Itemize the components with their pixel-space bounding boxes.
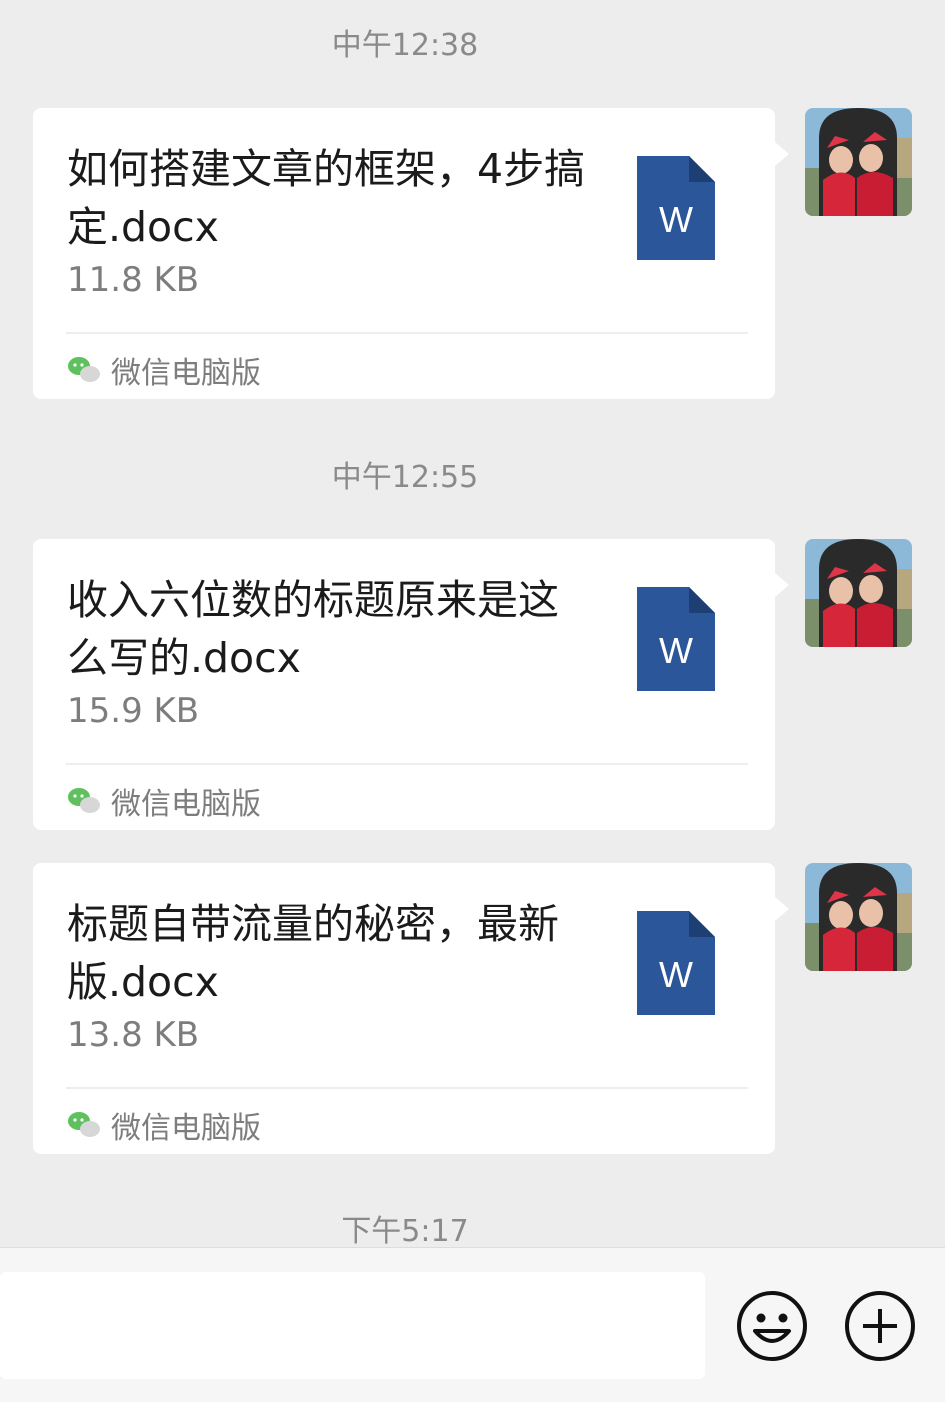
file-name: 标题自带流量的秘密，最新版.docx [67,900,559,1006]
avatar[interactable] [805,863,912,971]
word-letter: W [659,954,693,995]
file-name: 收入六位数的标题原来是这么写的.docx [67,576,559,682]
message-source: 微信电脑版 [67,348,261,392]
file-size: 13.8 KB [67,1015,200,1055]
plus-circle-icon[interactable] [843,1289,917,1363]
avatar[interactable] [805,108,912,216]
avatar-photo-icon [805,863,912,971]
timestamp: 下午5:17 [341,1214,469,1249]
file-card[interactable]: 收入六位数的标题原来是这么写的.docx 15.9 KB W 微信电脑版 [33,539,789,830]
wechat-logo-icon [68,357,100,382]
file-name: 如何搭建文章的框架，4步搞定.docx [67,145,586,251]
file-card[interactable]: 标题自带流量的秘密，最新版.docx 13.8 KB W 微信电脑版 [33,863,789,1154]
word-letter: W [659,630,693,671]
word-document-icon: W [637,587,715,691]
divider [66,1087,748,1089]
timestamp: 中午12:55 [331,460,479,495]
file-card[interactable]: 如何搭建文章的框架，4步搞定.docx 11.8 KB W 微信电脑版 [33,108,789,399]
avatar-photo-icon [805,108,912,216]
source-label: 微信电脑版 [111,787,261,822]
wechat-logo-icon [68,788,100,813]
word-letter: W [659,199,693,240]
message-source: 微信电脑版 [67,779,261,823]
divider [66,763,748,765]
file-size: 11.8 KB [67,260,200,300]
source-label: 微信电脑版 [111,1111,261,1146]
source-label: 微信电脑版 [111,356,261,391]
file-size: 15.9 KB [67,691,200,731]
word-document-icon: W [637,156,715,260]
emoji-smile-icon[interactable] [735,1289,809,1363]
chat-input-bar [0,1247,945,1402]
word-document-icon: W [637,911,715,1015]
timestamp: 中午12:38 [331,28,479,63]
wechat-logo-icon [68,1112,100,1137]
avatar[interactable] [805,539,912,647]
divider [66,332,748,334]
message-source: 微信电脑版 [67,1103,261,1147]
avatar-photo-icon [805,539,912,647]
message-input[interactable] [0,1272,705,1379]
